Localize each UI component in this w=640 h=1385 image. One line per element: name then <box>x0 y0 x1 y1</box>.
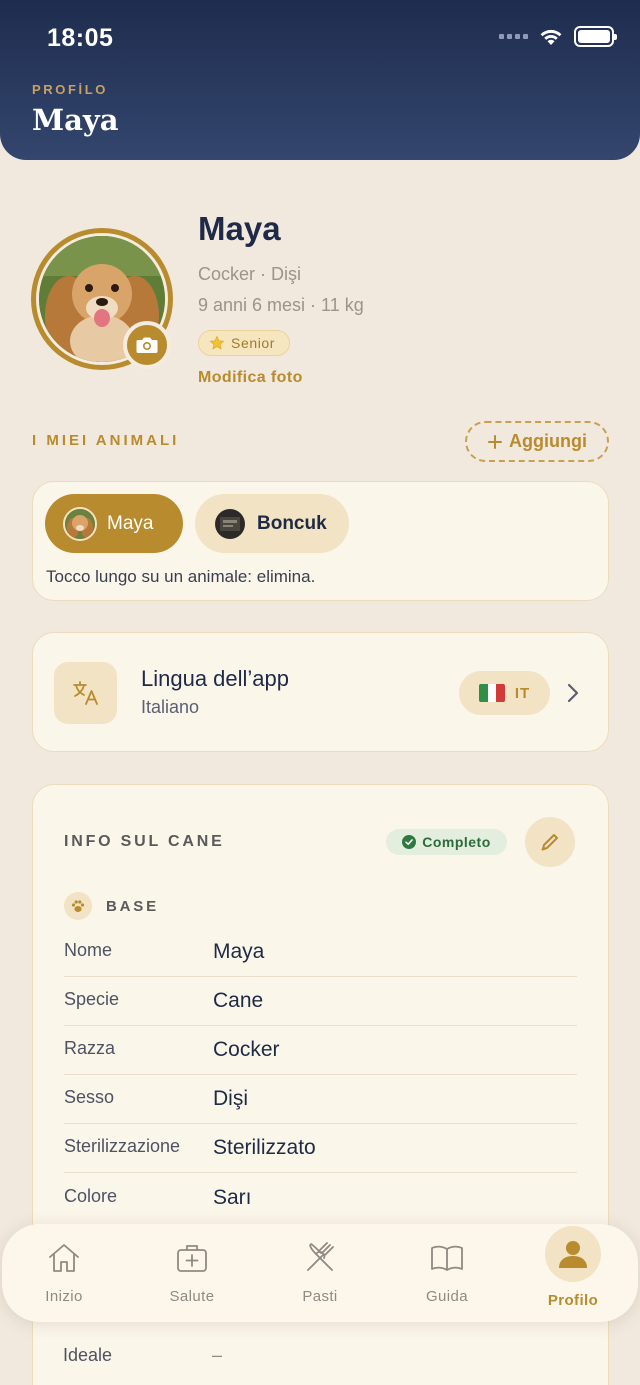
app-header: 18:05 PROFİLO Maya <box>0 0 640 160</box>
boncuk-avatar <box>213 506 247 541</box>
chevron-right-icon <box>567 683 579 703</box>
senior-badge-label: Senior <box>231 335 276 351</box>
italy-flag-icon <box>478 684 505 702</box>
camera-icon <box>136 337 158 353</box>
pet-age-weight: 9 anni 6 mesi · 11 kg <box>198 295 364 315</box>
dog-info-title: INFO SUL CANE <box>64 833 225 850</box>
info-row-sterilizzazione: Sterilizzazione Sterilizzato <box>64 1124 577 1173</box>
info-row-razza: Razza Cocker <box>64 1026 577 1075</box>
language-setting-row[interactable]: Lingua dell’app Italiano IT <box>32 632 609 752</box>
info-row-specie: Specie Cane <box>64 977 577 1026</box>
info-value: Maya <box>213 940 265 963</box>
maya-avatar <box>63 506 97 541</box>
my-pets-label: I MIEI ANIMALI <box>32 432 180 449</box>
tab-pasti[interactable]: Pasti <box>270 1224 370 1322</box>
fork-knife-icon <box>303 1238 337 1278</box>
add-pet-label: Aggiungi <box>509 431 587 451</box>
pencil-icon <box>541 834 558 851</box>
language-current: Italiano <box>141 697 200 717</box>
info-key: Razza <box>64 1038 116 1058</box>
info-key: Sterilizzazione <box>64 1136 181 1156</box>
language-title: Lingua dell’app <box>141 666 290 691</box>
pets-card: Maya Boncuk Tocco lungo su un animale: e… <box>32 481 609 601</box>
header-kicker: PROFİLO <box>32 82 108 97</box>
info-key: Colore <box>64 1186 118 1206</box>
pet-name: Maya <box>198 210 281 247</box>
edit-info-button[interactable] <box>525 817 575 867</box>
tab-profilo[interactable]: Profilo <box>523 1224 623 1322</box>
senior-badge: Senior <box>198 330 291 356</box>
change-photo-button[interactable] <box>123 321 171 369</box>
medical-kit-icon <box>175 1238 209 1278</box>
add-pet-button[interactable]: Aggiungi <box>465 421 609 462</box>
tab-bar: Inizio Salute Pasti Guida Profilo <box>2 1224 638 1322</box>
person-icon <box>545 1226 601 1282</box>
check-icon <box>402 835 417 849</box>
info-row-nome: Nome Maya <box>64 928 577 977</box>
language-badge: IT <box>459 671 550 715</box>
tab-label: Profilo <box>547 1292 599 1309</box>
battery-icon <box>574 26 617 47</box>
book-icon <box>429 1238 465 1278</box>
status-icons <box>499 26 617 47</box>
status-badge-label: Completo <box>422 834 491 850</box>
pet-breed-sex: Cocker · Dişi <box>198 264 302 284</box>
tab-inizio[interactable]: Inizio <box>14 1224 114 1322</box>
info-value: – <box>212 1345 223 1365</box>
info-row-colore: Colore Sarı <box>64 1174 577 1223</box>
info-key: Specie <box>64 989 120 1009</box>
pet-chip-label: Boncuk <box>257 512 327 534</box>
tab-label: Inizio <box>45 1288 83 1305</box>
info-key: Nome <box>64 940 113 960</box>
pets-hint: Tocco lungo su un animale: elimina. <box>46 567 316 586</box>
language-code: IT <box>514 684 531 702</box>
wifi-icon <box>540 29 562 45</box>
status-time: 18:05 <box>47 24 114 52</box>
info-value: Cocker <box>213 1038 280 1061</box>
tab-salute[interactable]: Salute <box>142 1224 242 1322</box>
info-value: Sterilizzato <box>213 1136 316 1159</box>
plus-icon <box>488 434 502 449</box>
info-row-sesso: Sesso Dişi <box>64 1075 577 1124</box>
status-badge: Completo <box>386 829 507 855</box>
info-key: Ideale <box>63 1345 113 1365</box>
tab-label: Salute <box>169 1288 215 1305</box>
pet-chip-label: Maya <box>107 512 154 534</box>
tab-label: Guida <box>425 1288 469 1305</box>
info-value: Dişi <box>213 1087 248 1110</box>
edit-photo-link[interactable]: Modifica foto <box>198 369 303 387</box>
page-title: Maya <box>32 103 119 137</box>
cellular-signal-icon <box>499 34 528 39</box>
pet-chip-maya[interactable]: Maya <box>45 494 183 553</box>
base-section-label: BASE <box>106 897 159 915</box>
tab-label: Pasti <box>302 1288 338 1305</box>
star-icon <box>209 335 225 350</box>
base-section-header: BASE <box>64 892 159 920</box>
info-value: Sarı <box>213 1186 252 1209</box>
paw-icon <box>64 892 92 920</box>
home-icon <box>47 1238 81 1278</box>
tab-guida[interactable]: Guida <box>397 1224 497 1322</box>
pet-chip-boncuk[interactable]: Boncuk <box>195 494 349 553</box>
info-key: Sesso <box>64 1087 115 1107</box>
translate-icon <box>54 662 117 724</box>
info-value: Cane <box>213 989 264 1012</box>
